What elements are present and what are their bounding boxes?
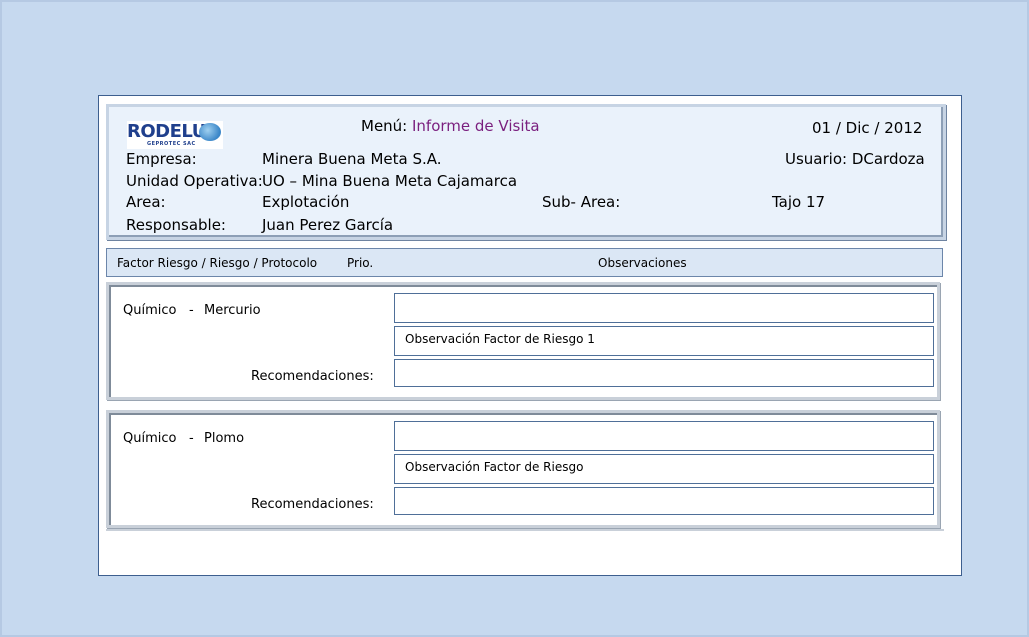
recommendations-label: Recomendaciones: [251,369,374,384]
globe-icon [199,123,221,141]
risk-separator: - [189,431,194,446]
subarea-label: Sub- Area: [542,193,621,211]
responsable-label: Responsable: [126,216,226,234]
unidad-label: Unidad Operativa: [126,172,263,190]
report-date: 01 / Dic / 2012 [812,119,923,137]
risk-field-1[interactable] [394,421,934,451]
empresa-value: Minera Buena Meta S.A. [262,150,442,168]
risk-name: Plomo [204,431,245,446]
recommendations-field[interactable] [394,359,934,387]
responsable-value: Juan Perez García [262,216,394,234]
unidad-value: UO – Mina Buena Meta Cajamarca [262,172,518,190]
visit-report-panel: RODELU GEPROTEC SAC Menú: Informe de Vis… [98,95,962,576]
recommendations-field[interactable] [394,487,934,515]
area-value: Explotación [262,193,350,211]
usuario: Usuario: DCardoza [785,150,925,168]
logo-subtext: GEPROTEC SAC [147,141,196,147]
column-observaciones: Observaciones [598,256,687,270]
observation-field[interactable]: Observación Factor de Riesgo 1 [394,326,934,356]
column-header-bar: Factor Riesgo / Riesgo / Protocolo Prio.… [106,248,943,277]
subarea-value: Tajo 17 [772,193,826,211]
menu-label: Menú: [361,117,408,135]
observation-field[interactable]: Observación Factor de Riesgo [394,454,934,484]
report-header: RODELU GEPROTEC SAC Menú: Informe de Vis… [106,104,946,240]
risk-factor: Químico [123,303,177,318]
risk-separator: - [189,303,194,318]
risk-field-1[interactable] [394,293,934,323]
column-factor: Factor Riesgo / Riesgo / Protocolo [117,256,318,270]
risk-factor: Químico [123,431,177,446]
risk-row: Químico - Plomo Observación Factor de Ri… [106,410,940,528]
logo-text: RODELU [127,121,206,142]
area-label: Area: [126,193,166,211]
column-prio: Prio. [347,256,374,270]
risk-row: Químico - Mercurio Observación Factor de… [106,282,940,400]
recommendations-label: Recomendaciones: [251,497,374,512]
company-logo: RODELU GEPROTEC SAC [127,121,223,149]
bottom-divider [106,529,944,531]
risk-name: Mercurio [204,303,261,318]
empresa-label: Empresa: [126,150,197,168]
menu-value: Informe de Visita [412,117,540,135]
